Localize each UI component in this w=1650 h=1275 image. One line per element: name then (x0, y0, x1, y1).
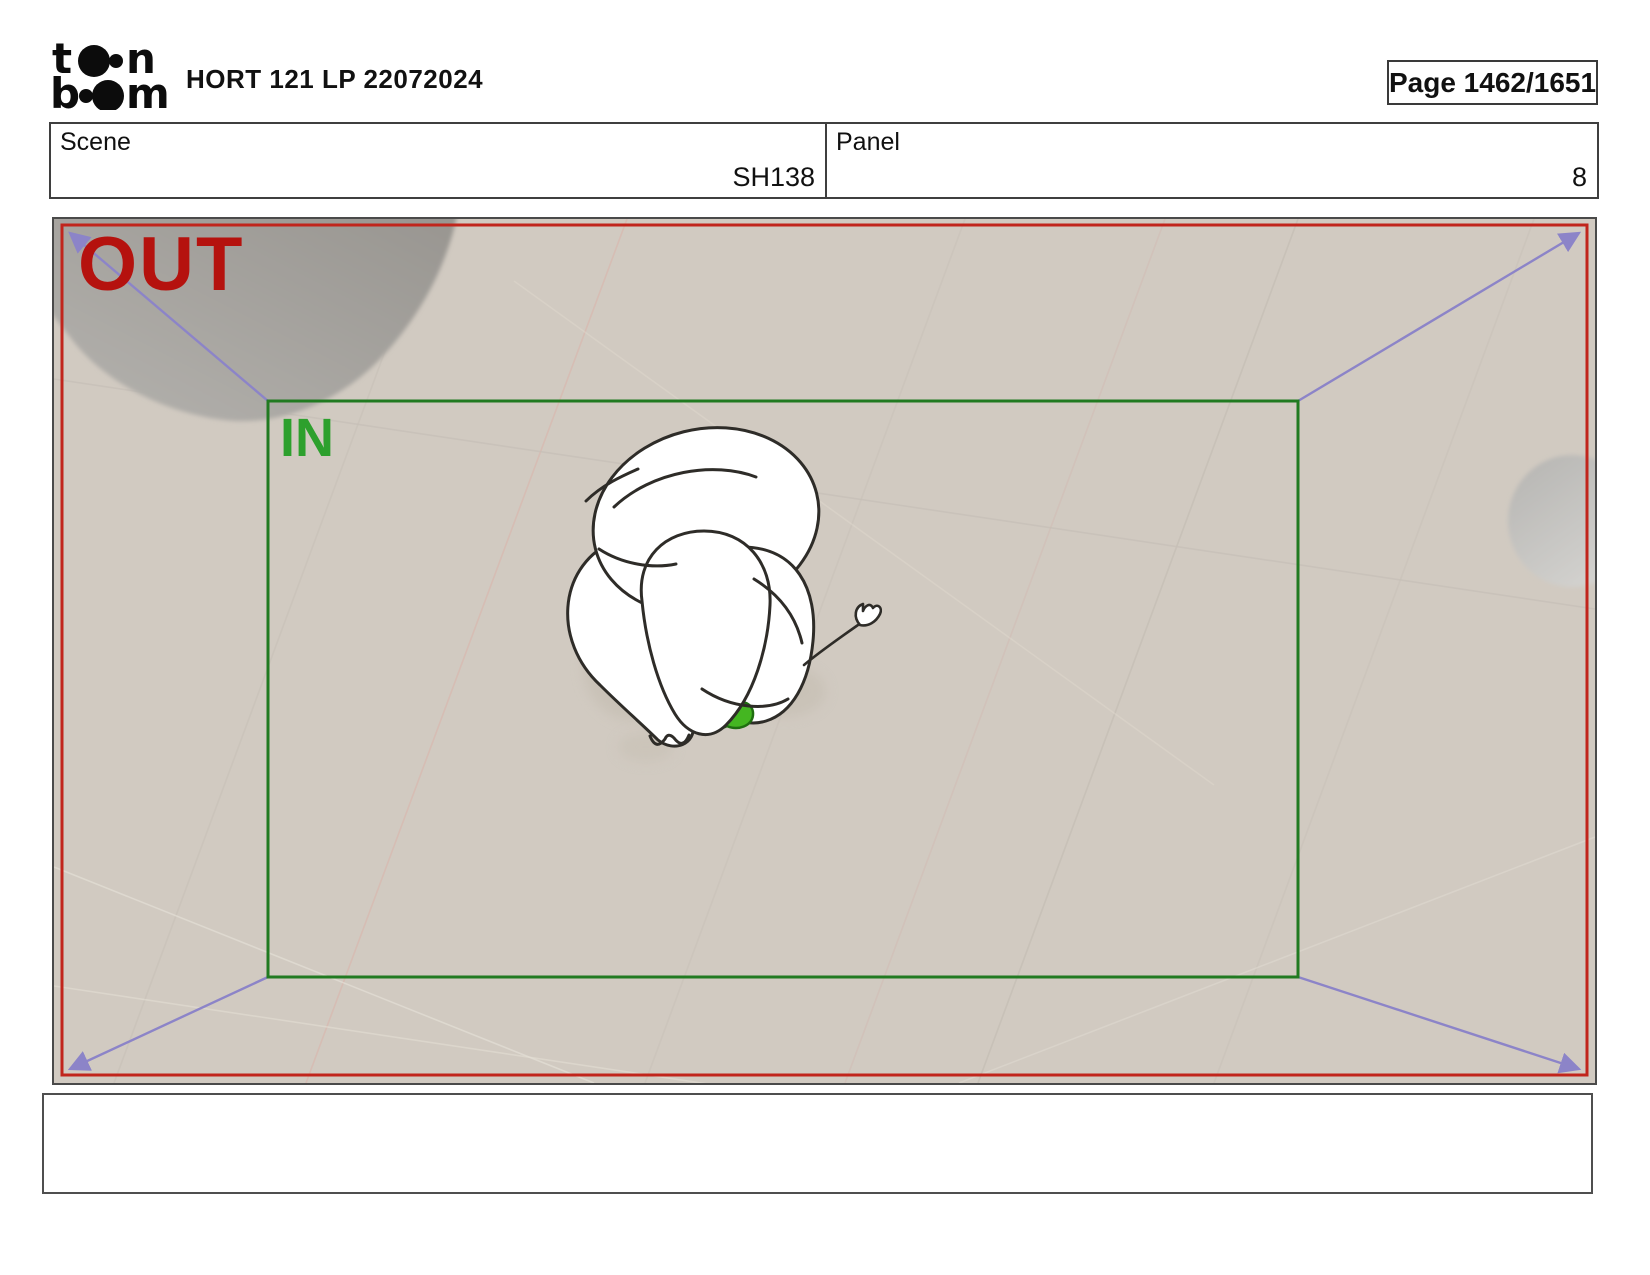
scene-panel-row: Scene SH138 Panel 8 (49, 122, 1599, 199)
scene-cell: Scene SH138 (51, 124, 827, 197)
caption-box (42, 1093, 1593, 1194)
logo-letter-b: b (50, 69, 80, 110)
panel-label: Panel (836, 128, 900, 156)
scene-value: SH138 (732, 162, 815, 192)
storyboard-panel-image: OUT IN (52, 217, 1597, 1085)
panel-value: 8 (1571, 162, 1587, 192)
toonboom-logo: t n b m (50, 34, 182, 118)
logo-letter-m: m (126, 69, 170, 110)
page-number-badge: Page 1462/1651 (1387, 60, 1598, 105)
camera-in-label: IN (280, 408, 334, 468)
project-title: HORT 121 LP 22072024 (186, 64, 484, 94)
storyboard-drawing (54, 219, 1595, 1083)
camera-out-label: OUT (78, 222, 245, 307)
scene-label: Scene (60, 128, 131, 156)
panel-cell: Panel 8 (827, 124, 1597, 197)
